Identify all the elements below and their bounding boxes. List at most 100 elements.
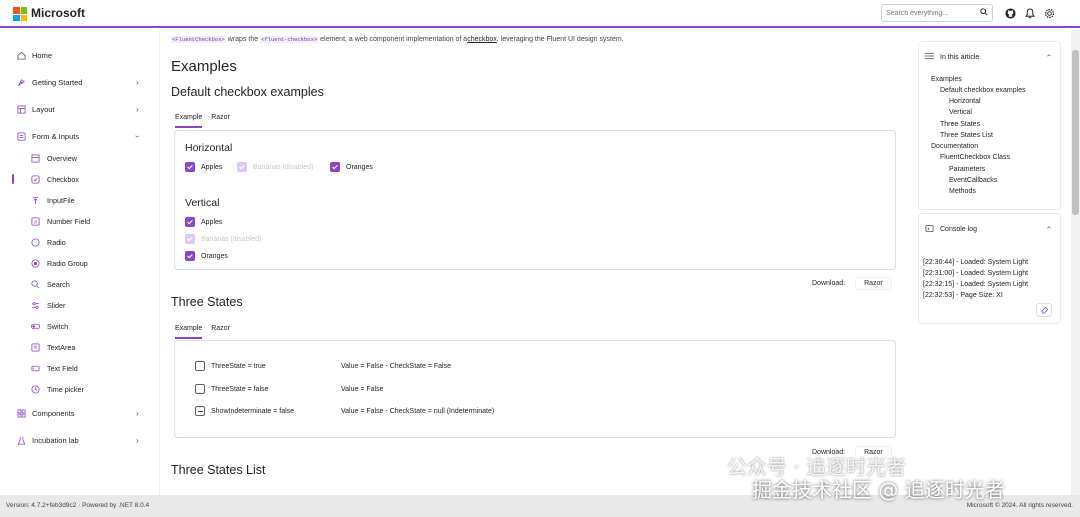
search-input[interactable] [886,9,972,17]
scrollbar-thumb[interactable] [1072,50,1079,215]
checkbox-threestate-true[interactable]: ThreeState = true [195,361,266,371]
chevron-right-icon[interactable]: › [136,409,139,418]
sidebar-subitem-number-field[interactable]: # Number Field [0,211,160,231]
sidebar-nav: Home Getting Started › Layout › Form & I… [0,30,160,495]
tab-razor[interactable]: Razor [211,114,230,128]
sidebar-subitem-inputfile[interactable]: InputFile [0,190,160,210]
toc-link[interactable]: Documentation [931,143,978,150]
section-heading-three-states-list: Three States List [171,463,266,477]
sidebar-item-home[interactable]: Home [0,45,160,65]
toc-link[interactable]: Vertical [949,109,972,116]
sidebar-subitem-radio[interactable]: Radio [0,232,160,252]
textfield-icon [31,364,40,373]
overview-icon [31,153,40,163]
sidebar-item-label: Components [32,408,75,418]
toc-link[interactable]: Parameters [949,166,985,173]
toc-link[interactable]: Default checkbox examples [940,87,1026,94]
sidebar-subitem-search[interactable]: Search [0,274,160,294]
checkbox-link[interactable]: checkbox [467,36,497,43]
log-line: [22:32:15] - Loaded: System Light [923,281,1029,288]
checkbox-label: ShowIndeterminate = false [211,407,295,415]
check-icon[interactable] [185,251,195,261]
svg-text:#: # [34,219,37,225]
toc-link[interactable]: Three States [940,121,980,128]
chevron-right-icon[interactable]: › [136,78,139,87]
toc-link[interactable]: Examples [931,76,962,83]
sidebar-subitem-time-picker[interactable]: Time picker [0,379,160,399]
chevron-up-icon[interactable]: › [1044,226,1053,229]
checkbox-show-indeterminate[interactable]: ShowIndeterminate = false [195,406,294,416]
toc-link[interactable]: Three States List [940,132,993,139]
vertical-heading: Vertical [185,197,220,209]
chevron-right-icon[interactable]: › [136,105,139,114]
sidebar-item-form-inputs[interactable]: Form & Inputs › [0,126,160,146]
components-icon [17,408,26,418]
checkbox-label: Apples [201,218,223,226]
sidebar-subitem-label: Radio [47,237,66,247]
microsoft-logo-icon[interactable] [13,7,27,21]
checkbox-oranges-horizontal[interactable]: Oranges [330,162,373,172]
github-icon[interactable] [1004,7,1016,19]
form-icon [17,131,26,141]
chevron-right-icon[interactable]: › [136,436,139,445]
empty-checkbox-icon[interactable] [195,384,205,394]
intro-part: element, a web component implementation … [318,36,468,43]
chevron-up-icon[interactable]: › [1044,54,1053,57]
check-icon[interactable] [185,217,195,227]
search-icon[interactable] [980,8,988,18]
empty-checkbox-icon[interactable] [195,361,205,371]
sidebar-subitem-checkbox[interactable]: Checkbox [0,169,160,189]
sidebar-subitem-label: Time picker [47,384,84,394]
gear-icon[interactable] [1043,7,1055,19]
copyright-text: Microsoft © 2024. All rights reserved. [966,502,1073,509]
toc-title: In this article [940,53,980,61]
toc-link[interactable]: Horizontal [949,98,981,105]
toc-panel: In this article › Examples Default check… [918,41,1061,210]
checkbox-threestate-false[interactable]: ThreeState = false [195,384,268,394]
sidebar-item-label: Getting Started [32,77,83,87]
sidebar-subitem-overview[interactable]: Overview [0,148,160,168]
tab-example[interactable]: Example [175,325,203,339]
sidebar-item-getting-started[interactable]: Getting Started › [0,72,160,92]
checkbox-icon [31,174,40,184]
download-razor-button[interactable]: Razor [855,277,892,290]
tab-example[interactable]: Example [175,114,203,128]
toc-header[interactable]: In this article [925,52,979,62]
sidebar-item-layout[interactable]: Layout › [0,99,160,119]
checkbox-apples-vertical[interactable]: Apples [185,217,222,227]
toc-link[interactable]: FluentCheckbox Class [940,154,1010,161]
console-header[interactable]: Console log [925,224,977,235]
sidebar-subitem-slider[interactable]: Slider [0,295,160,315]
log-line: [22:30:44] - Loaded: System Light [923,259,1029,266]
bell-icon[interactable] [1024,7,1036,19]
sidebar-subitem-label: Overview [47,153,77,163]
toc-link[interactable]: Methods [949,188,976,195]
checkbox-label: ThreeState = false [211,385,269,393]
check-icon [185,234,195,244]
sidebar-subitem-label: Slider [47,300,66,310]
brand-name[interactable]: Microsoft [31,6,85,20]
checkbox-label: ThreeState = true [211,362,266,370]
sidebar-item-components[interactable]: Components › [0,403,160,423]
checkbox-apples-horizontal[interactable]: Apples [185,162,222,172]
sidebar-subitem-switch[interactable]: Switch [0,316,160,336]
tab-razor[interactable]: Razor [211,325,230,339]
toc-link[interactable]: EventCallbacks [949,177,997,184]
indeterminate-checkbox-icon[interactable] [195,406,205,416]
sidebar-subitem-radio-group[interactable]: Radio Group [0,253,160,273]
chevron-down-icon[interactable]: › [133,135,142,138]
tabs-three-states: Example Razor [175,325,230,339]
clear-log-button[interactable] [1036,303,1052,317]
horizontal-heading: Horizontal [185,142,233,154]
check-icon[interactable] [185,162,195,172]
page-scrollbar[interactable] [1071,30,1080,495]
check-icon[interactable] [330,162,340,172]
intro-text: <FluentCheckbox> wraps the <fluent-check… [171,36,624,43]
sidebar-item-incubation-lab[interactable]: Incubation lab › [0,430,160,450]
checkbox-label: Bananas (disabled) [253,163,314,171]
search-icon [31,279,40,289]
sidebar-subitem-text-field[interactable]: Text Field [0,358,160,378]
sidebar-subitem-textarea[interactable]: TextArea [0,337,160,357]
search-box[interactable] [881,4,993,22]
checkbox-oranges-vertical[interactable]: Oranges [185,251,228,261]
